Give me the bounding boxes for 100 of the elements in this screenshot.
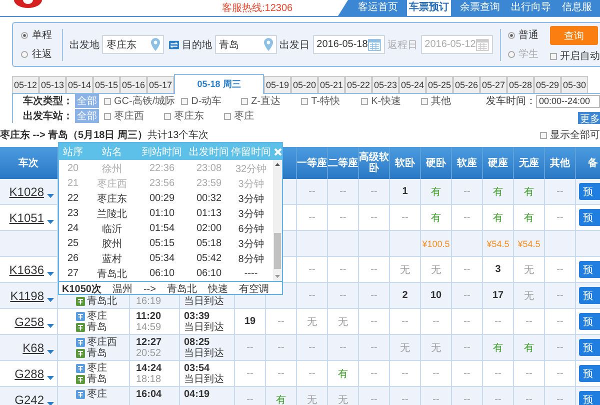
date-tab[interactable]: 05-22 xyxy=(345,76,372,93)
hotline-text: 客服热线:12306 xyxy=(222,3,293,15)
caret-icon[interactable] xyxy=(47,376,54,380)
field-label: 返程日 xyxy=(388,38,418,52)
caret-icon[interactable] xyxy=(47,324,54,328)
trip-type-radio[interactable]: 往返 xyxy=(21,47,55,61)
departure-station: 枣庄西 xyxy=(87,336,117,348)
book-button[interactable]: 预 xyxy=(579,287,600,304)
input-field[interactable]: 2016-05-18 xyxy=(312,35,385,54)
date-tab[interactable]: 05-23 xyxy=(372,76,399,93)
stop-number: 23 xyxy=(66,208,80,219)
scrollbar[interactable] xyxy=(273,160,282,281)
date-tab[interactable]: 05-24 xyxy=(399,76,426,93)
filter-checkbox[interactable]: GC-高铁/城际 xyxy=(104,94,176,108)
caret-icon[interactable] xyxy=(47,298,54,302)
stop-duration: ---- xyxy=(243,268,259,279)
close-icon[interactable] xyxy=(274,148,282,156)
trip-type-radio[interactable]: 单程 xyxy=(21,28,55,42)
filter-checkbox[interactable]: 其他 xyxy=(421,94,476,108)
train-number-link[interactable]: G242 xyxy=(14,392,44,405)
book-button[interactable]: 预 xyxy=(579,313,600,330)
arrival-station: 青岛 xyxy=(87,372,107,386)
nav-link[interactable]: 信息服 xyxy=(560,0,594,16)
seat-availability: -- xyxy=(432,368,440,379)
filter-checkbox[interactable]: 枣庄 xyxy=(224,109,278,123)
nav-link[interactable]: 车票预订 xyxy=(407,0,451,16)
seat-availability: 无 xyxy=(400,264,410,276)
depart-time-select[interactable]: 00:00--24:00 xyxy=(536,94,600,108)
stop-duration: 6分钟 xyxy=(237,222,265,236)
date-tab[interactable]: 05-19 xyxy=(264,76,291,93)
scroll-down-icon[interactable] xyxy=(275,275,280,278)
scroll-up-icon[interactable] xyxy=(275,163,280,166)
seat-availability: -- xyxy=(432,316,440,327)
caret-icon[interactable] xyxy=(47,194,54,198)
train-number-link[interactable]: K1051 xyxy=(9,210,44,224)
caret-icon[interactable] xyxy=(47,350,54,354)
book-button[interactable]: 预 xyxy=(579,339,600,356)
filter-checkbox[interactable]: Z-直达 xyxy=(241,94,296,108)
caret-icon[interactable] xyxy=(47,220,54,224)
scrollbar-thumb[interactable] xyxy=(274,233,281,269)
date-tab[interactable]: 05-29 xyxy=(534,76,561,93)
date-tab[interactable]: 05-30 xyxy=(561,76,588,93)
book-button[interactable]: 预 xyxy=(579,183,600,200)
swap-icon[interactable] xyxy=(168,40,180,50)
date-tab[interactable]: 05-13 xyxy=(39,76,66,93)
nav-link[interactable]: 客运首页 xyxy=(356,0,400,16)
date-tab[interactable]: 05-28 xyxy=(507,76,534,93)
stop-station: 枣庄东 xyxy=(96,192,128,206)
stop-number: 26 xyxy=(66,253,80,264)
filter-checkbox[interactable]: T-特快 xyxy=(301,94,356,108)
seat-availability: 有 xyxy=(276,394,286,405)
arrival-station: 青岛 xyxy=(87,320,107,334)
train-number-link[interactable]: K1028 xyxy=(9,184,44,198)
date-tab[interactable]: 05-21 xyxy=(318,76,345,93)
date-tab[interactable]: 05-20 xyxy=(291,76,318,93)
seat-availability: 1 xyxy=(402,186,408,197)
train-number-link[interactable]: K1198 xyxy=(10,288,44,302)
auto-query-checkbox[interactable]: 开启自动 xyxy=(550,49,600,63)
book-button[interactable]: 预 xyxy=(579,261,600,278)
filter-checkbox[interactable]: D-动车 xyxy=(181,94,236,108)
caret-icon[interactable] xyxy=(47,272,54,276)
train-number-link[interactable]: K68 xyxy=(22,340,44,354)
stop-arrival-time: 05:15 xyxy=(148,238,176,249)
filter-checkbox[interactable]: 枣庄东 xyxy=(164,109,218,123)
stop-arrival-time: 23:56 xyxy=(148,178,176,189)
date-tab[interactable]: 05-27 xyxy=(480,76,507,93)
train-number-link[interactable]: K1636 xyxy=(9,262,44,276)
book-button[interactable]: 预 xyxy=(579,209,600,226)
date-tab[interactable]: 05-25 xyxy=(426,76,453,93)
caret-icon[interactable] xyxy=(47,402,54,405)
date-tab[interactable]: 05-17 xyxy=(147,76,174,93)
filter-checkbox[interactable]: K-快速 xyxy=(361,94,416,108)
duration: 03:54 xyxy=(184,362,210,374)
seat-price: ¥100.5 xyxy=(422,238,450,248)
stop-departure-time: 23:08 xyxy=(195,163,223,174)
train-number-link[interactable]: G258 xyxy=(14,314,44,328)
input-field[interactable]: 枣庄东 xyxy=(102,35,164,54)
seat-availability: 无 xyxy=(400,342,410,354)
train-number-link[interactable]: G288 xyxy=(14,366,44,380)
nav-link[interactable]: 出行向导 xyxy=(509,0,553,16)
date-tab[interactable]: 05-26 xyxy=(453,76,480,93)
date-tab[interactable]: 05-16 xyxy=(120,76,147,93)
filter-checkbox[interactable]: 枣庄西 xyxy=(104,109,158,123)
nav-link[interactable]: 余票查询 xyxy=(458,0,502,16)
departure-time: 12:27 xyxy=(136,336,162,348)
input-field[interactable]: 青岛 xyxy=(215,35,277,54)
date-tab[interactable]: 05-14 xyxy=(66,76,93,93)
seat-availability: -- xyxy=(526,316,532,327)
date-tab[interactable]: 05-18 周三 xyxy=(174,74,264,94)
stop-arrival-time: 01:54 xyxy=(148,223,176,234)
date-tab[interactable]: 05-12 xyxy=(12,76,39,93)
passenger-type-radio[interactable]: 普通 xyxy=(508,28,542,42)
book-button[interactable]: 预 xyxy=(579,365,600,382)
more-button[interactable]: 更多 xyxy=(578,112,600,124)
location-pin-icon xyxy=(150,38,160,51)
book-button[interactable]: 预 xyxy=(579,391,600,405)
seat-availability: 有 xyxy=(493,186,503,198)
stop-departure-time: 05:42 xyxy=(195,253,223,264)
date-tab[interactable]: 05-15 xyxy=(93,76,120,93)
show-all-checkbox[interactable]: 显示全部可 xyxy=(540,128,600,142)
